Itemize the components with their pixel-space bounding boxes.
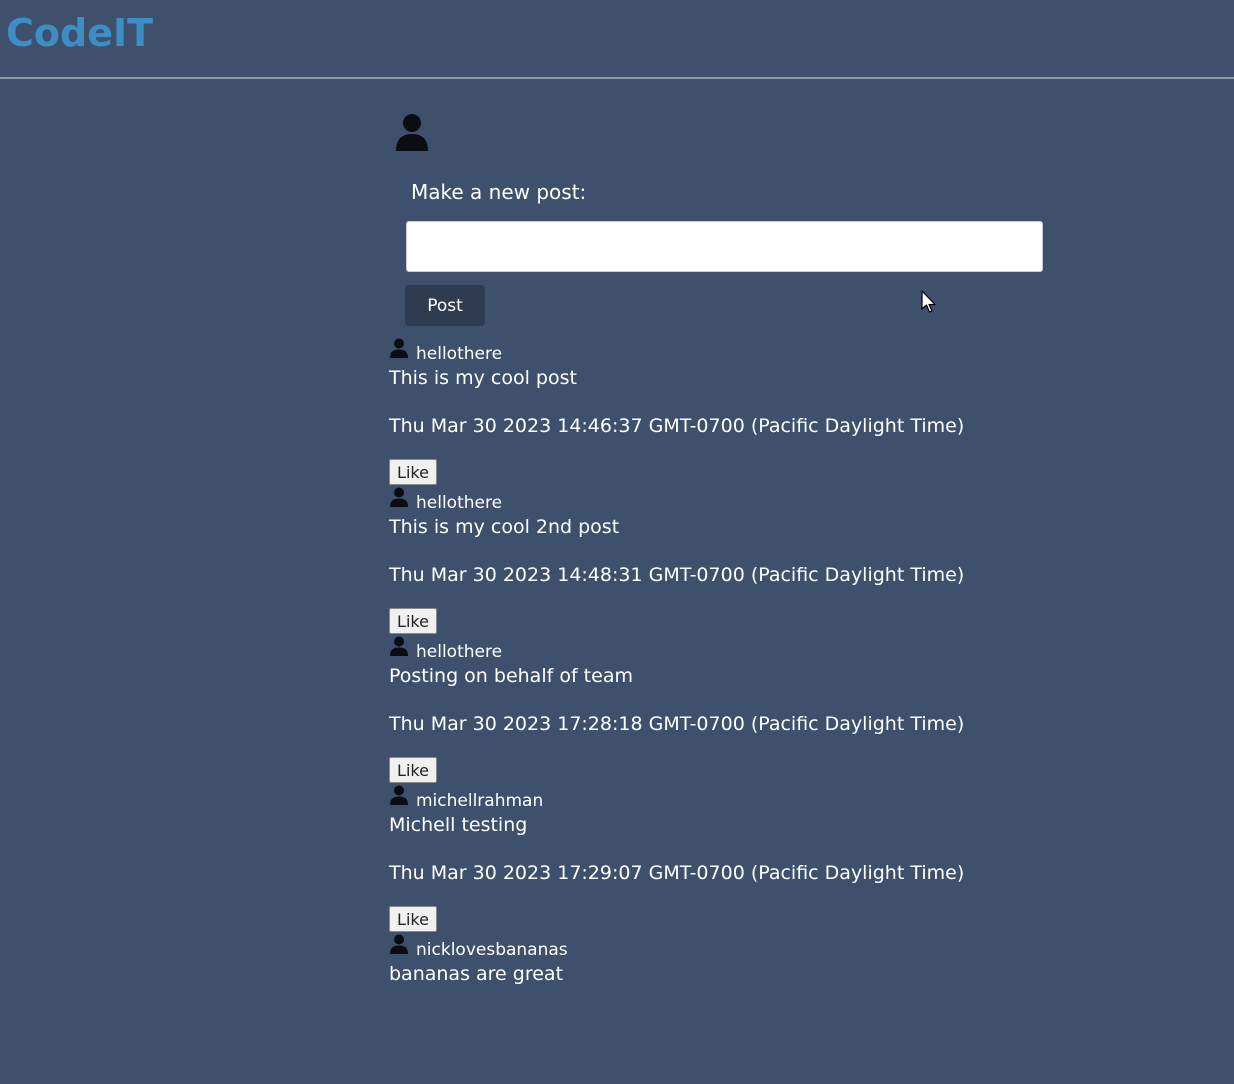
post-item: hellothere This is my cool post Thu Mar … bbox=[389, 338, 1089, 488]
post-feed: hellothere This is my cool post Thu Mar … bbox=[389, 338, 1089, 1084]
new-post-label: Make a new post: bbox=[411, 180, 587, 204]
post-content: This is my cool post bbox=[389, 367, 577, 389]
like-button[interactable]: Like bbox=[389, 608, 437, 634]
post-author-row: hellothere bbox=[389, 636, 503, 662]
like-button[interactable]: Like bbox=[389, 459, 437, 485]
post-content: bananas are great bbox=[389, 963, 564, 985]
post-author-row: nicklovesbananas bbox=[389, 934, 568, 960]
post-author-row: hellothere bbox=[389, 487, 503, 513]
post-item: hellothere This is my cool 2nd post Thu … bbox=[389, 487, 1089, 637]
post-content: Michell testing bbox=[389, 814, 528, 836]
like-button[interactable]: Like bbox=[389, 757, 437, 783]
post-timestamp: Thu Mar 30 2023 14:46:37 GMT-0700 (Pacif… bbox=[389, 415, 965, 437]
user-icon bbox=[390, 636, 408, 656]
user-icon bbox=[390, 934, 408, 954]
mouse-pointer-icon bbox=[921, 290, 936, 313]
post-author: hellothere bbox=[416, 642, 503, 662]
like-button[interactable]: Like bbox=[389, 906, 437, 932]
post-button[interactable]: Post bbox=[405, 285, 485, 326]
user-icon bbox=[390, 785, 408, 805]
post-author: michellrahman bbox=[416, 791, 544, 811]
post-author: hellothere bbox=[416, 493, 503, 513]
post-author-row: michellrahman bbox=[389, 785, 544, 811]
post-timestamp: Thu Mar 30 2023 17:29:07 GMT-0700 (Pacif… bbox=[389, 862, 965, 884]
post-content: This is my cool 2nd post bbox=[389, 516, 620, 538]
post-author: hellothere bbox=[416, 344, 503, 364]
post-item: nicklovesbananas bananas are great bbox=[389, 934, 1089, 1084]
user-icon bbox=[390, 487, 408, 507]
post-timestamp: Thu Mar 30 2023 17:28:18 GMT-0700 (Pacif… bbox=[389, 713, 965, 735]
top-bar: CodeIT bbox=[0, 0, 1234, 79]
post-author: nicklovesbananas bbox=[416, 940, 568, 960]
user-icon bbox=[390, 338, 408, 358]
post-item: hellothere Posting on behalf of team Thu… bbox=[389, 636, 1089, 786]
app-logo[interactable]: CodeIT bbox=[6, 11, 153, 55]
new-post-input[interactable] bbox=[406, 221, 1043, 272]
post-timestamp: Thu Mar 30 2023 14:48:31 GMT-0700 (Pacif… bbox=[389, 564, 965, 586]
post-content: Posting on behalf of team bbox=[389, 665, 633, 687]
post-item: michellrahman Michell testing Thu Mar 30… bbox=[389, 785, 1089, 935]
user-icon[interactable] bbox=[394, 113, 430, 151]
post-author-row: hellothere bbox=[389, 338, 503, 364]
